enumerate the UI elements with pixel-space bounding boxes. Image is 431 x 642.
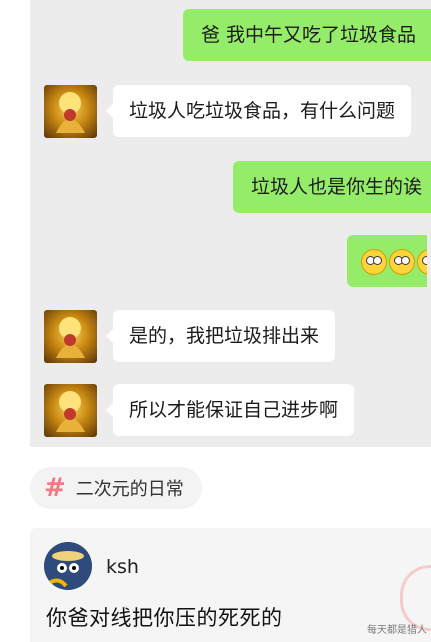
chat-screenshot: 爸 我中午又吃了垃圾食品 垃圾人吃垃圾食品，有什么问题 垃圾人也是你生的诶 是的… xyxy=(30,0,431,447)
topic-tag[interactable]: # 二次元的日常 xyxy=(30,467,202,509)
watermark: 每天都是猎人 xyxy=(367,625,427,636)
flushed-face-icon xyxy=(389,248,415,275)
father-avatar xyxy=(44,384,97,437)
father-avatar xyxy=(44,85,97,138)
sent-emoji-bubble xyxy=(347,235,427,287)
received-message-bubble: 所以才能保证自己进步啊 xyxy=(105,384,355,436)
hashtag-icon: # xyxy=(44,473,66,503)
received-message-bubble: 垃圾人吃垃圾食品，有什么问题 xyxy=(105,85,412,137)
received-message-bubble: 是的，我把垃圾排出来 xyxy=(105,310,336,362)
sent-message-bubble: 垃圾人也是你生的诶 xyxy=(233,161,431,213)
golden-statue-icon xyxy=(56,317,85,358)
golden-statue-icon xyxy=(56,92,85,133)
golden-statue-icon xyxy=(56,391,85,432)
commenter-avatar[interactable] xyxy=(44,542,92,590)
father-avatar xyxy=(44,310,97,363)
flushed-face-icon xyxy=(361,248,387,275)
topic-label: 二次元的日常 xyxy=(75,479,184,500)
flushed-face-icon xyxy=(417,248,427,275)
sent-message-bubble: 爸 我中午又吃了垃圾食品 xyxy=(183,9,431,61)
cartoon-avatar-icon xyxy=(44,542,92,590)
commenter-name[interactable]: ksh xyxy=(106,556,139,578)
comment-text: 你爸对线把你压的死死的 xyxy=(46,606,283,630)
